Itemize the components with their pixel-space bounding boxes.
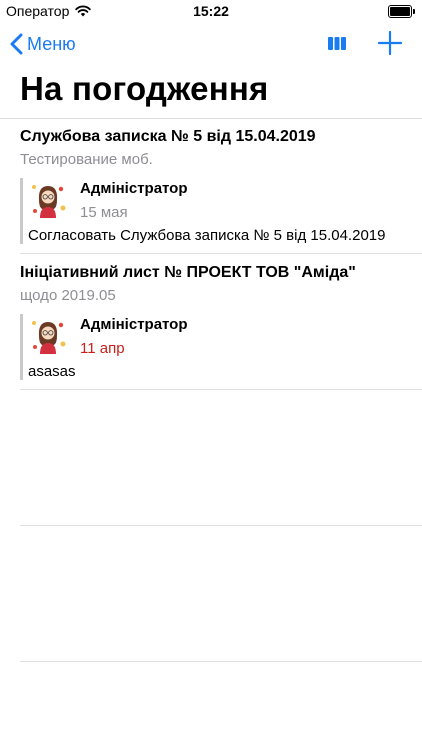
back-button[interactable]: Меню	[10, 30, 76, 58]
row-divider	[20, 389, 422, 390]
avatar-illustration	[32, 321, 66, 354]
comment-quote-bar	[20, 314, 23, 380]
comment-date: 15 мая	[80, 204, 128, 221]
comment-author: Адміністратор	[80, 180, 188, 197]
row-divider	[20, 525, 422, 526]
row-divider	[20, 253, 422, 254]
comment-block: Адміністратор 15 мая Согласовать Службов…	[20, 178, 400, 244]
back-button-label: Меню	[27, 33, 76, 54]
status-time: 15:22	[193, 3, 229, 19]
document-title: Службова записка № 5 від 15.04.2019	[20, 128, 316, 145]
comment-text: asasas	[28, 363, 76, 380]
document-title: Ініціативний лист № ПРОЕКТ ТОВ "Аміда"	[20, 264, 356, 281]
document-subtitle: щодо 2019.05	[20, 287, 116, 304]
comment-block: Адміністратор 11 апр asasas	[20, 314, 400, 380]
page-title: На погодження	[20, 70, 269, 107]
chevron-left-icon	[10, 33, 23, 55]
comment-text: Согласовать Службова записка № 5 від 15.…	[28, 227, 386, 244]
plus-icon[interactable]	[377, 30, 403, 56]
comment-author: Адміністратор	[80, 316, 188, 333]
comment-quote-bar	[20, 178, 23, 244]
status-bar: Оператор 15:22	[0, 0, 422, 24]
document-subtitle: Тестирование моб.	[20, 151, 153, 168]
columns-icon[interactable]	[326, 34, 348, 52]
battery-icon	[388, 5, 415, 18]
row-divider	[20, 661, 422, 662]
comment-date: 11 апр	[80, 340, 125, 357]
title-divider	[0, 118, 422, 119]
avatar-illustration	[32, 185, 66, 218]
